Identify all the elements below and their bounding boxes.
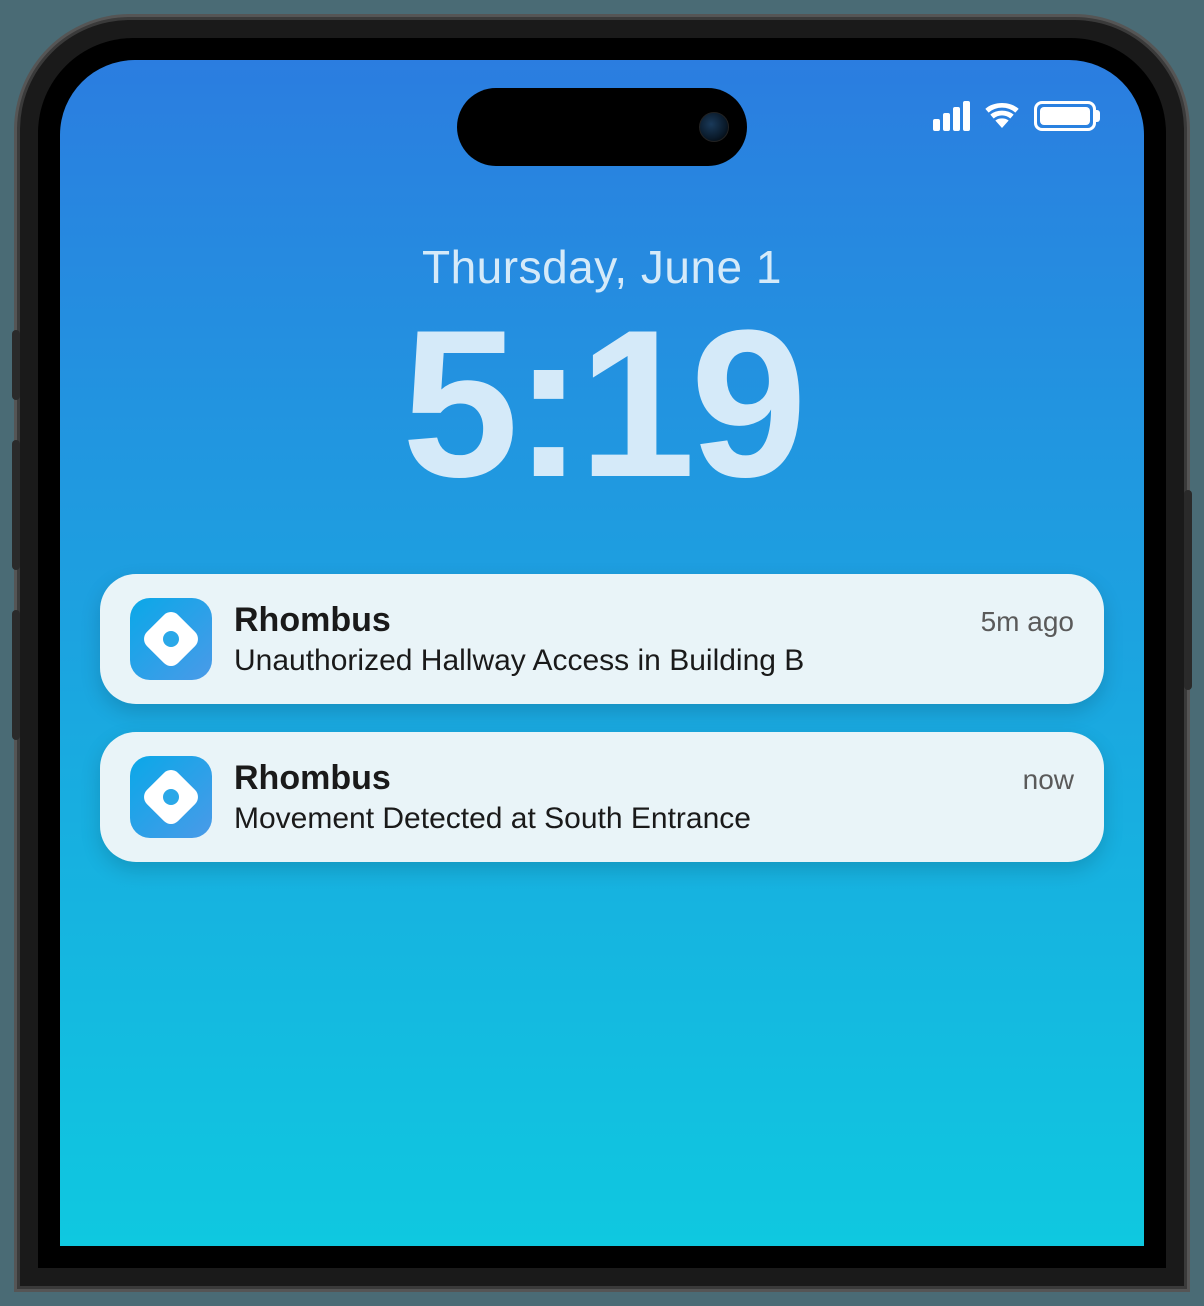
lock-screen-time: 5:19 xyxy=(60,299,1144,509)
notification-card[interactable]: Rhombus 5m ago Unauthorized Hallway Acce… xyxy=(100,574,1104,704)
notification-card[interactable]: Rhombus now Movement Detected at South E… xyxy=(100,732,1104,862)
volume-down-button xyxy=(12,610,20,740)
notification-timestamp: now xyxy=(1023,764,1074,796)
status-bar xyxy=(933,98,1096,133)
rhombus-app-icon xyxy=(130,756,212,838)
notification-content: Rhombus 5m ago Unauthorized Hallway Acce… xyxy=(234,601,1074,678)
dynamic-island xyxy=(457,88,747,166)
front-camera xyxy=(699,112,729,142)
rhombus-app-icon xyxy=(130,598,212,680)
notification-list: Rhombus 5m ago Unauthorized Hallway Acce… xyxy=(60,574,1144,862)
volume-up-button xyxy=(12,440,20,570)
notification-timestamp: 5m ago xyxy=(981,606,1074,638)
phone-frame: Thursday, June 1 5:19 Rhombus 5m ago Una… xyxy=(20,20,1184,1286)
power-button xyxy=(1184,490,1192,690)
notification-message: Unauthorized Hallway Access in Building … xyxy=(234,644,1074,678)
mute-switch xyxy=(12,330,20,400)
notification-app-name: Rhombus xyxy=(234,601,391,640)
notification-message: Movement Detected at South Entrance xyxy=(234,802,1074,836)
lock-screen[interactable]: Thursday, June 1 5:19 Rhombus 5m ago Una… xyxy=(60,60,1144,1246)
notification-app-name: Rhombus xyxy=(234,759,391,798)
phone-bezel: Thursday, June 1 5:19 Rhombus 5m ago Una… xyxy=(38,38,1166,1268)
battery-icon xyxy=(1034,101,1096,131)
cellular-signal-icon xyxy=(933,101,970,131)
wifi-icon xyxy=(982,98,1022,133)
notification-content: Rhombus now Movement Detected at South E… xyxy=(234,759,1074,836)
